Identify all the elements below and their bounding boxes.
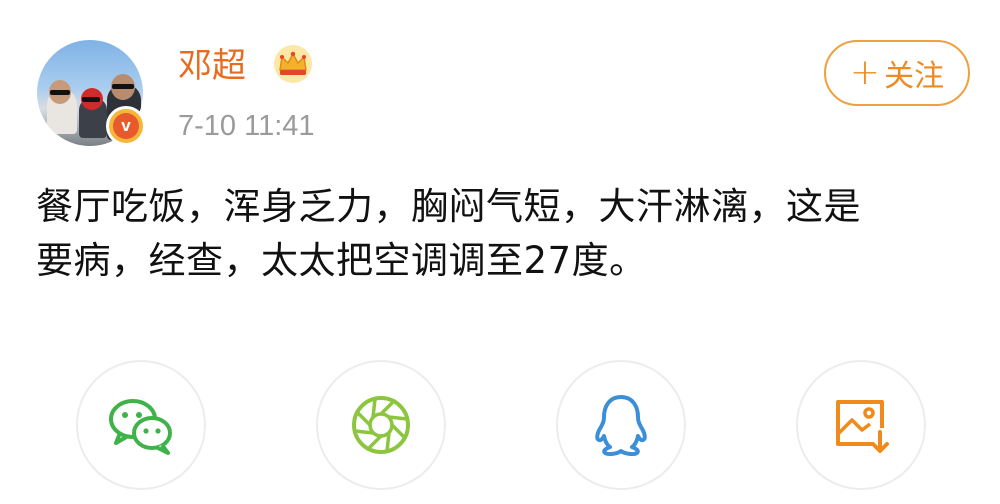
share-moments-button[interactable] [316,360,446,490]
sunglasses-1 [50,90,70,95]
share-qq-button[interactable] [556,360,686,490]
follow-label: 关注 [884,59,945,94]
follow-button[interactable]: + 关注 [824,40,970,106]
save-image-icon [836,400,889,453]
post-timestamp: 7-10 11:41 [178,110,315,142]
sunglasses-3 [112,84,134,89]
post-text: 餐厅吃饭，浑身乏力，胸闷气短，大汗淋漓，这是 要病，经查，太太把空调调至27度。 [36,185,861,282]
sunglasses-2 [82,97,100,102]
verified-v-badge: v [106,106,146,146]
crown-icon[interactable] [272,44,314,84]
verified-v-icon: v [113,113,139,139]
plus-icon: + [849,52,881,93]
moments-icon [352,396,410,454]
share-wechat-button[interactable] [76,360,206,490]
qq-icon [595,395,647,457]
save-image-button[interactable] [796,360,926,490]
username[interactable]: 邓超 [178,44,246,88]
wechat-icon [109,399,172,455]
